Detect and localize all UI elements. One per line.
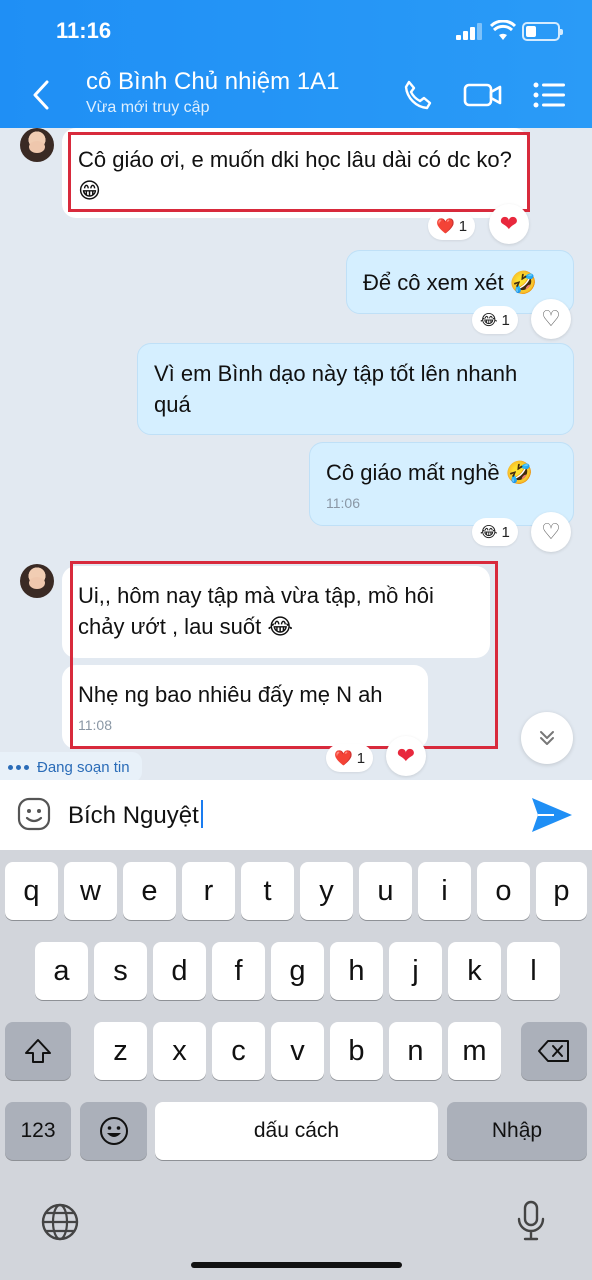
reaction-emoji: ❤️ (436, 218, 455, 235)
key-q[interactable]: q (5, 862, 58, 920)
heart-outline-icon: ♡ (541, 519, 561, 544)
phone-icon[interactable] (400, 78, 434, 112)
battery-icon (522, 22, 563, 41)
key-j[interactable]: j (389, 942, 442, 1000)
typing-dots-icon (8, 764, 29, 770)
presence-status: Vừa mới truy cập (86, 99, 210, 116)
shift-key[interactable] (5, 1022, 71, 1080)
wifi-icon (490, 20, 516, 40)
key-o[interactable]: o (477, 862, 530, 920)
reaction-emoji: 😂 (480, 312, 498, 329)
reaction-emoji: 😂 (480, 524, 498, 541)
microphone-icon[interactable] (516, 1200, 546, 1242)
key-w[interactable]: w (64, 862, 117, 920)
emoji-icon (99, 1117, 128, 1145)
message-input[interactable]: Bích Nguyệt (68, 800, 203, 830)
message-time: 11:06 (326, 495, 360, 511)
menu-list-icon[interactable] (532, 78, 568, 112)
typing-text: Đang soạn tin (37, 758, 130, 776)
home-indicator[interactable] (191, 1262, 402, 1268)
key-b[interactable]: b (330, 1022, 383, 1080)
reaction-count: 1 (501, 523, 510, 541)
reaction-emoji: ❤️ (334, 750, 353, 767)
reaction-summary[interactable]: 😂 1 (472, 306, 518, 334)
sticker-icon[interactable] (16, 796, 52, 832)
space-key[interactable]: dấu cách (155, 1102, 438, 1160)
heart-react-button[interactable]: ❤ (489, 204, 529, 244)
reaction-count: 1 (501, 311, 510, 329)
reaction-summary[interactable]: ❤️ 1 (428, 212, 476, 240)
signal-icon (456, 22, 484, 40)
reaction-count: 1 (356, 749, 366, 767)
app-header: 11:16 cô Bình Chủ nhiệm 1A1 Vừa mới truy… (0, 0, 592, 128)
reaction-count: 1 (458, 217, 468, 235)
chevron-double-down-icon (540, 731, 554, 745)
highlight-box (70, 561, 498, 749)
heart-icon: ❤ (499, 211, 519, 236)
key-n[interactable]: n (389, 1022, 442, 1080)
heart-icon: ❤ (396, 743, 416, 768)
typing-indicator: Đang soạn tin (0, 752, 142, 782)
reaction-summary[interactable]: ❤️ 1 (326, 744, 374, 772)
avatar[interactable] (20, 564, 54, 598)
key-f[interactable]: f (212, 942, 265, 1000)
backspace-key[interactable] (521, 1022, 587, 1080)
on-screen-keyboard: q w e r t y u i o p a s d f g h j k l z … (0, 850, 592, 1280)
key-a[interactable]: a (35, 942, 88, 1000)
reaction-summary[interactable]: 😂 1 (472, 518, 518, 546)
key-u[interactable]: u (359, 862, 412, 920)
heart-outline-icon: ♡ (541, 306, 561, 331)
emoji-key[interactable] (80, 1102, 147, 1160)
status-time: 11:16 (56, 18, 112, 43)
text-caret (200, 800, 203, 828)
highlight-box (68, 132, 530, 212)
key-r[interactable]: r (182, 862, 235, 920)
key-p[interactable]: p (536, 862, 587, 920)
scroll-to-bottom-button[interactable] (521, 712, 573, 764)
key-y[interactable]: y (300, 862, 353, 920)
conversation-title[interactable]: cô Bình Chủ nhiệm 1A1 (86, 68, 340, 96)
key-l[interactable]: l (507, 942, 560, 1000)
key-m[interactable]: m (448, 1022, 501, 1080)
key-i[interactable]: i (418, 862, 471, 920)
chat-area[interactable]: Cô giáo ơi, e muốn dki học lâu dài có dc… (0, 128, 592, 782)
key-k[interactable]: k (448, 942, 501, 1000)
numbers-key[interactable]: 123 (5, 1102, 71, 1160)
message-text: Cô giáo mất nghề 🤣 (326, 460, 534, 485)
globe-icon[interactable] (40, 1202, 80, 1242)
heart-react-button[interactable]: ♡ (531, 299, 571, 339)
message-bubble[interactable]: Cô giáo mất nghề 🤣 11:06 (309, 442, 574, 526)
send-icon[interactable] (530, 796, 574, 834)
return-key[interactable]: Nhập (447, 1102, 587, 1160)
back-icon[interactable] (28, 78, 54, 112)
video-call-icon[interactable] (463, 78, 503, 112)
message-input-value: Bích Nguyệt (68, 802, 199, 829)
key-e[interactable]: e (123, 862, 176, 920)
shift-icon (25, 1039, 51, 1063)
key-d[interactable]: d (153, 942, 206, 1000)
heart-react-button[interactable]: ❤ (386, 736, 426, 776)
key-v[interactable]: v (271, 1022, 324, 1080)
heart-react-button[interactable]: ♡ (531, 512, 571, 552)
key-s[interactable]: s (94, 942, 147, 1000)
key-z[interactable]: z (94, 1022, 147, 1080)
backspace-icon (538, 1040, 569, 1062)
message-composer: Bích Nguyệt (0, 780, 592, 850)
key-t[interactable]: t (241, 862, 294, 920)
avatar[interactable] (20, 128, 54, 162)
key-c[interactable]: c (212, 1022, 265, 1080)
key-h[interactable]: h (330, 942, 383, 1000)
key-x[interactable]: x (153, 1022, 206, 1080)
message-bubble[interactable]: Vì em Bình dạo này tập tốt lên nhanh quá (137, 343, 574, 435)
key-g[interactable]: g (271, 942, 324, 1000)
